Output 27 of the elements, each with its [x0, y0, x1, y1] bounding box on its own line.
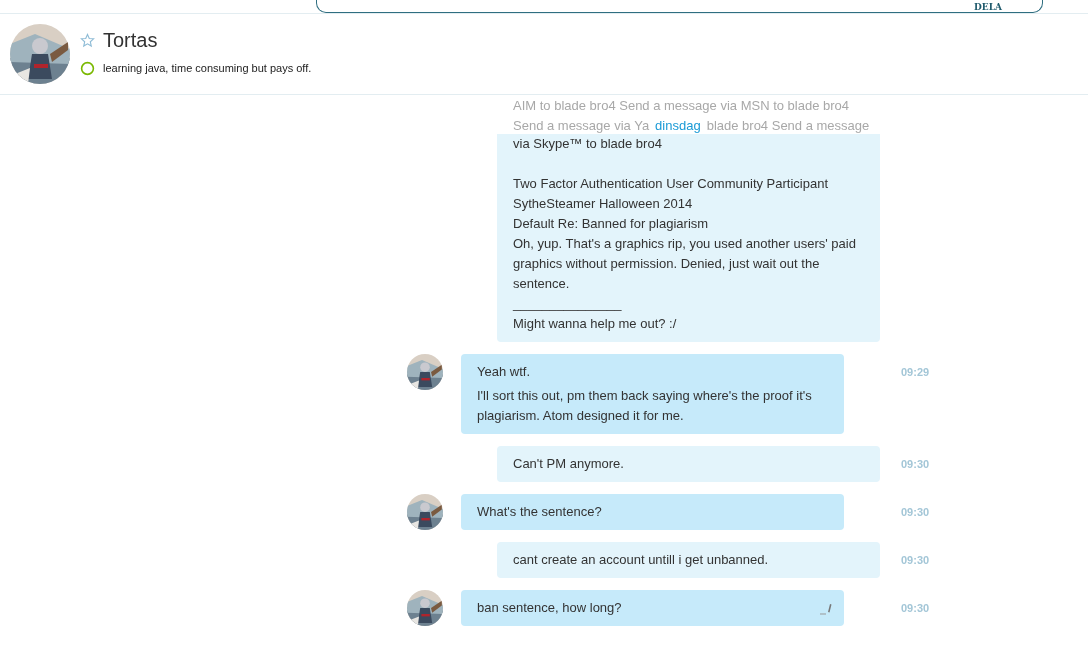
message-text: via Skype™ to blade bro4: [513, 135, 663, 153]
date-divider: dinsdag: [655, 117, 701, 135]
message-time: 09:30: [901, 505, 930, 520]
message-text: Can't PM anymore.: [513, 455, 625, 473]
message-text: Might wanna help me out? :/: [513, 315, 678, 333]
favorite-star-icon[interactable]: [80, 33, 95, 49]
faded-message-text: blade bro4 Send a message: [706, 117, 870, 135]
message-text: Yeah wtf.: [477, 363, 531, 381]
message-time: 09:30: [901, 601, 930, 616]
mood-message: learning java, time consuming but pays off.: [103, 60, 312, 76]
message-text: Oh, yup. That's a graphics rip, you used another users' paid graphics without permission. Denied, just wait out the sentence.: [513, 235, 857, 293]
banner-text: DELA: [974, 2, 1002, 12]
message-text: SytheSteamer Halloween 2014: [513, 195, 694, 213]
message-time: 09:30: [901, 553, 930, 568]
faded-message-text: AIM to blade bro4 Send a message via MSN to blade bro4: [513, 97, 851, 115]
message-text: What's the sentence?: [477, 503, 603, 521]
message-text: I'll sort this out, pm them back saying where's the proof it's plagiarism. Atom designed it for me.: [477, 387, 813, 425]
ad-banner[interactable]: DELA: [316, 0, 1043, 13]
message-text: _______________: [513, 295, 623, 313]
message-text: ban sentence, how long?: [477, 599, 623, 617]
message-time: 09:30: [901, 457, 930, 472]
contact-name: Tortas: [103, 28, 158, 52]
message-text: Default Re: Banned for plagiarism: [513, 215, 710, 233]
message-time: 09:29: [901, 365, 930, 380]
message-text: cant create an account untill i get unbanned.: [513, 551, 770, 569]
message-text: Two Factor Authentication User Community Participant: [513, 175, 830, 193]
faded-message-text: Send a message via Ya: [513, 117, 650, 135]
